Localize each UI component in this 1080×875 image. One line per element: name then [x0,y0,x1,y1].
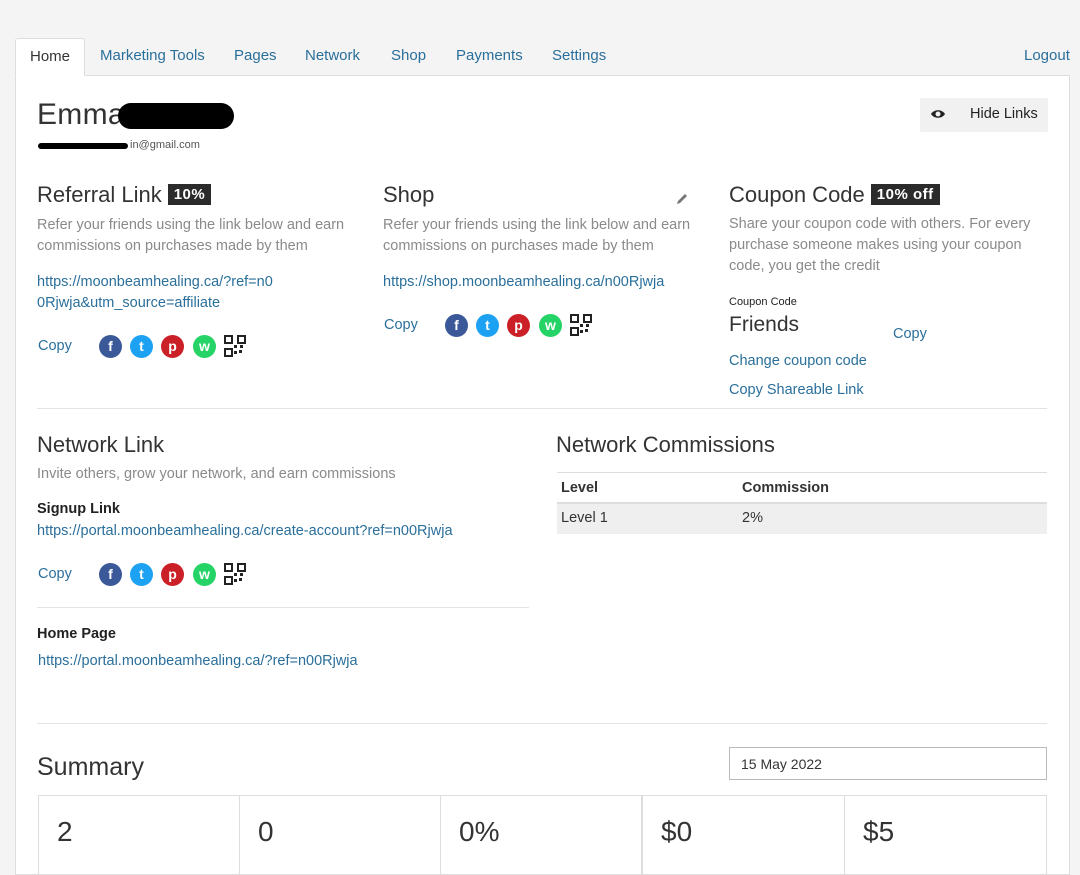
tab-settings[interactable]: Settings [552,38,606,76]
tab-home[interactable]: Home [15,38,86,76]
summary-divider [37,723,1047,724]
tab-network[interactable]: Network [305,38,360,76]
tab-marketing-tools[interactable]: Marketing Tools [100,38,205,76]
coupon-code-value: Friends [729,313,800,336]
referral-url[interactable]: https://moonbeamhealing.ca/?ref=n00Rjwja… [37,272,277,314]
twitter-icon[interactable]: t [130,335,153,358]
coupon-section-title: Coupon Code 10% off [729,182,940,208]
coupon-description: Share your coupon code with others. For … [729,216,1031,274]
column-header-level: Level [561,480,599,496]
referral-badge: 10% [167,184,212,205]
tab-payments[interactable]: Payments [456,38,523,76]
pinterest-icon[interactable]: p [507,314,530,337]
network-commissions-title: Network Commissions [556,432,775,457]
tab-shop[interactable]: Shop [391,38,426,76]
twitter-icon[interactable]: t [130,563,153,586]
referral-section-title: Referral Link 10% [37,182,212,208]
redacted-last-name [118,103,234,129]
qr-code-icon[interactable] [570,314,592,336]
network-link-description: Invite others, grow your network, and ea… [37,466,396,482]
signup-link-label: Signup Link [37,501,120,517]
signup-share-row: f t p w [99,563,249,587]
facebook-icon[interactable]: f [99,335,122,358]
profile-first-name: Emma [37,98,125,131]
facebook-icon[interactable]: f [445,314,468,337]
signup-url[interactable]: https://portal.moonbeamhealing.ca/create… [37,521,453,542]
referral-copy-button[interactable]: Copy [38,338,72,354]
shop-share-row: f t p w [445,314,595,338]
commission-cell: 2% [742,510,763,526]
column-header-commission: Commission [742,480,830,496]
network-divider [37,607,529,608]
shop-description: Refer your friends using the link below … [383,217,691,254]
profile-email: in@gmail.com [38,139,200,155]
shop-url[interactable]: https://shop.moonbeamhealing.ca/n00Rjwja [383,272,664,293]
tab-pages[interactable]: Pages [234,38,277,76]
commissions-table-header: Level Commission [557,472,1047,504]
stat-card: 0% [440,795,642,875]
stat-card: $0 [642,795,845,875]
stat-card: 2 [38,795,240,875]
pencil-icon[interactable] [675,192,689,211]
stat-value: $5 [863,816,895,847]
qr-code-icon[interactable] [224,335,246,357]
profile-name: Emma [37,98,125,132]
summary-title: Summary [37,753,144,781]
logout-link[interactable]: Logout [1024,38,1070,76]
home-page-label: Home Page [37,626,116,642]
main-nav: Home Marketing Tools Pages Network Shop … [15,38,1080,76]
coupon-badge: 10% off [870,184,940,205]
network-link-title: Network Link [37,432,165,457]
table-row: Level 1 2% [557,504,1047,534]
stat-value: 2 [57,816,73,847]
eye-icon [930,106,946,125]
qr-code-icon[interactable] [224,563,246,585]
twitter-icon[interactable]: t [476,314,499,337]
referral-share-row: f t p w [99,335,249,359]
shop-copy-button[interactable]: Copy [384,317,418,333]
pinterest-icon[interactable]: p [161,563,184,586]
coupon-copy-button[interactable]: Copy [893,326,927,342]
home-panel: Emma in@gmail.com Hide Links Referral Li… [15,75,1070,875]
stat-card: 0 [239,795,441,875]
level-cell: Level 1 [561,510,608,526]
summary-date-input[interactable]: 15 May 2022 [729,747,1047,780]
stat-value: $0 [661,816,693,847]
whatsapp-icon[interactable]: w [193,563,216,586]
copy-shareable-link[interactable]: Copy Shareable Link [729,380,864,401]
signup-copy-button[interactable]: Copy [38,566,72,582]
shop-section-title: Shop [383,182,435,207]
whatsapp-icon[interactable]: w [193,335,216,358]
coupon-code-label: Coupon Code [729,296,797,308]
stat-value: 0 [258,816,274,847]
stat-value: 0% [459,816,500,847]
whatsapp-icon[interactable]: w [539,314,562,337]
stat-card: $5 [844,795,1047,875]
referral-description: Refer your friends using the link below … [37,217,345,254]
pinterest-icon[interactable]: p [161,335,184,358]
home-page-url[interactable]: https://portal.moonbeamhealing.ca/?ref=n… [38,651,358,672]
change-coupon-link[interactable]: Change coupon code [729,351,867,372]
hide-links-button[interactable]: Hide Links [920,98,1048,132]
facebook-icon[interactable]: f [99,563,122,586]
redacted-email [38,143,128,149]
section-divider [37,408,1047,409]
